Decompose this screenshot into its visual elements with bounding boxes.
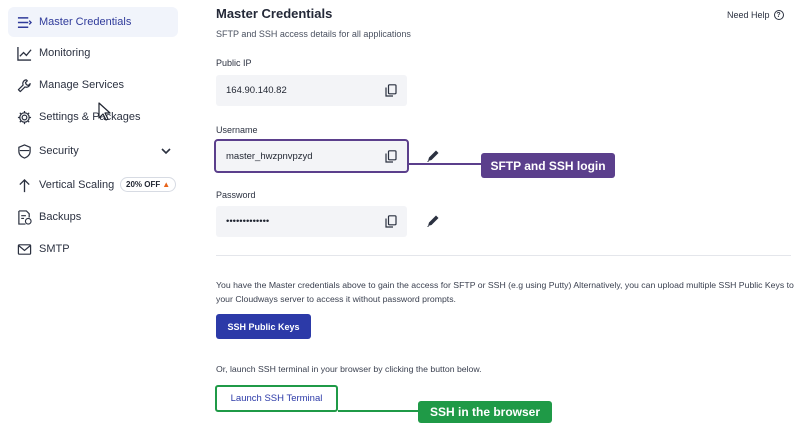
password-field: •••••••••••••	[216, 206, 407, 237]
page-subtitle: SFTP and SSH access details for all appl…	[216, 29, 411, 39]
sidebar-item-label: Security	[39, 145, 79, 157]
discount-badge: 20% OFF ▲	[120, 177, 177, 192]
ssh-in-browser-callout: SSH in the browser	[418, 401, 552, 423]
wrench-icon	[16, 77, 32, 93]
sidebar-item-label: Monitoring	[39, 47, 91, 59]
public-ip-field: 164.90.140.82	[216, 75, 407, 106]
username-highlight-box	[214, 139, 409, 173]
username-label: Username	[216, 125, 258, 135]
mouse-cursor-icon	[98, 102, 111, 121]
arrow-up-icon	[16, 177, 32, 193]
public-ip-label: Public IP	[216, 58, 252, 68]
sftp-ssh-login-callout: SFTP and SSH login	[481, 153, 615, 178]
backup-icon	[16, 209, 32, 225]
sidebar-item-vertical-scaling[interactable]: Vertical Scaling 20% OFF ▲	[8, 170, 178, 200]
edit-username-pencil-icon[interactable]	[426, 149, 440, 163]
sidebar-item-monitoring[interactable]: Monitoring	[8, 38, 178, 68]
sidebar-item-backups[interactable]: Backups	[8, 202, 178, 232]
gear-icon	[16, 109, 32, 125]
callout-connector	[338, 410, 418, 412]
flame-icon: ▲	[162, 180, 171, 189]
chevron-down-icon[interactable]	[160, 145, 172, 157]
edit-password-pencil-icon[interactable]	[426, 214, 440, 228]
terminal-info-text: Or, launch SSH terminal in your browser …	[216, 364, 482, 374]
copy-icon[interactable]	[385, 84, 397, 97]
callout-connector	[409, 163, 481, 165]
password-value: •••••••••••••	[226, 216, 270, 227]
sidebar: Master Credentials Monitoring Manage Ser…	[0, 0, 185, 425]
ssh-info-text: You have the Master credentials above to…	[216, 280, 794, 304]
help-circle-icon: ?	[773, 10, 784, 20]
badge-text: 20% OFF	[126, 180, 161, 189]
password-label: Password	[216, 190, 256, 200]
help-label: Need Help	[727, 10, 770, 20]
public-ip-value: 164.90.140.82	[226, 85, 287, 96]
shield-icon	[16, 143, 32, 159]
chart-line-icon	[16, 45, 32, 61]
sidebar-item-label: Manage Services	[39, 79, 124, 91]
sidebar-item-label: Master Credentials	[39, 16, 132, 28]
sidebar-item-manage-services[interactable]: Manage Services	[8, 70, 178, 100]
sidebar-item-label: SMTP	[39, 243, 70, 255]
sidebar-item-label: Backups	[39, 211, 82, 223]
sidebar-item-smtp[interactable]: SMTP	[8, 234, 178, 264]
sidebar-item-settings-packages[interactable]: Settings & Packages	[8, 102, 178, 132]
mail-icon	[16, 241, 32, 257]
divider	[216, 255, 791, 256]
sidebar-item-security[interactable]: Security	[8, 136, 178, 166]
sidebar-item-master-credentials[interactable]: Master Credentials	[8, 7, 178, 37]
need-help-link[interactable]: Need Help ?	[727, 10, 784, 20]
ssh-public-keys-button[interactable]: SSH Public Keys	[216, 314, 311, 339]
sidebar-item-label: Vertical Scaling	[39, 179, 115, 191]
copy-icon[interactable]	[385, 215, 397, 228]
sidebar-item-label: Settings & Packages	[39, 111, 141, 123]
page-title: Master Credentials	[216, 6, 333, 21]
list-icon	[16, 14, 32, 30]
launch-ssh-terminal-button[interactable]: Launch SSH Terminal	[215, 385, 338, 412]
